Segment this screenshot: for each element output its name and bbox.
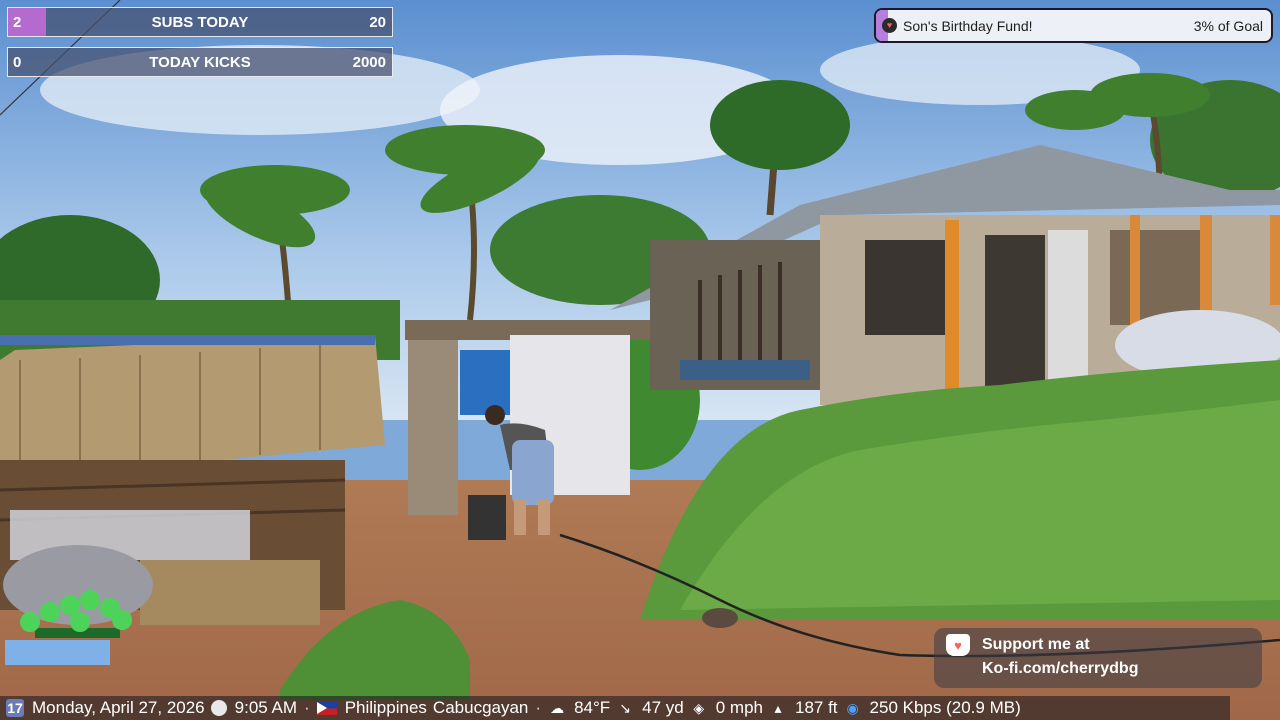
clock-icon — [210, 700, 227, 716]
weather-icon: ☁ — [550, 700, 565, 716]
subs-goal-label: SUBS TODAY — [151, 13, 249, 31]
speed-icon: ◈ — [693, 700, 705, 716]
separator: · — [304, 698, 310, 717]
kofi-goal-widget: Son's Birthday Fund! 3% of Goal — [874, 8, 1273, 43]
support-link: Ko-fi.com/cherrydbg — [982, 660, 1139, 677]
wifi-icon: ◉ — [846, 700, 859, 716]
status-country: Philippines — [344, 698, 427, 717]
subs-target-count: 20 — [369, 13, 386, 31]
subs-today-goal-bar: 2 SUBS TODAY 20 — [7, 7, 393, 37]
stream-video-frame — [0, 0, 1280, 720]
status-city: Cabucgayan — [432, 698, 529, 717]
kicks-goal-label: TODAY KICKS — [149, 53, 251, 71]
kofi-support-box: Support me at Ko-fi.com/cherrydbg — [934, 628, 1262, 688]
flag-icon — [316, 701, 337, 715]
status-altitude: 187 ft — [795, 698, 838, 717]
status-bitrate: 250 Kbps (20.9 MB) — [869, 698, 1021, 717]
kofi-goal-title: Son's Birthday Fund! — [903, 17, 1033, 34]
calendar-icon: 17 — [6, 699, 24, 717]
street-scene — [0, 0, 1280, 720]
kofi-cup-icon — [946, 634, 970, 656]
status-distance: 47 yd — [642, 698, 684, 717]
kofi-cup-icon — [882, 18, 897, 33]
distance-icon: ↘ — [619, 700, 632, 716]
kofi-goal-percent: 3% of Goal — [1193, 17, 1263, 34]
status-speed: 0 mph — [715, 698, 763, 717]
status-temperature: 84°F — [574, 698, 611, 717]
stream-status-bar: 17 Monday, April 27, 2026 9:05 AM · Phil… — [0, 696, 1230, 720]
kicks-target-count: 2000 — [352, 53, 386, 71]
today-kicks-goal-bar: 0 TODAY KICKS 2000 — [7, 47, 393, 77]
altitude-icon: ▴ — [774, 700, 782, 716]
support-text: Support me at — [982, 636, 1090, 653]
status-date: Monday, April 27, 2026 — [32, 698, 205, 717]
separator: · — [535, 698, 542, 717]
status-time: 9:05 AM — [234, 698, 298, 717]
